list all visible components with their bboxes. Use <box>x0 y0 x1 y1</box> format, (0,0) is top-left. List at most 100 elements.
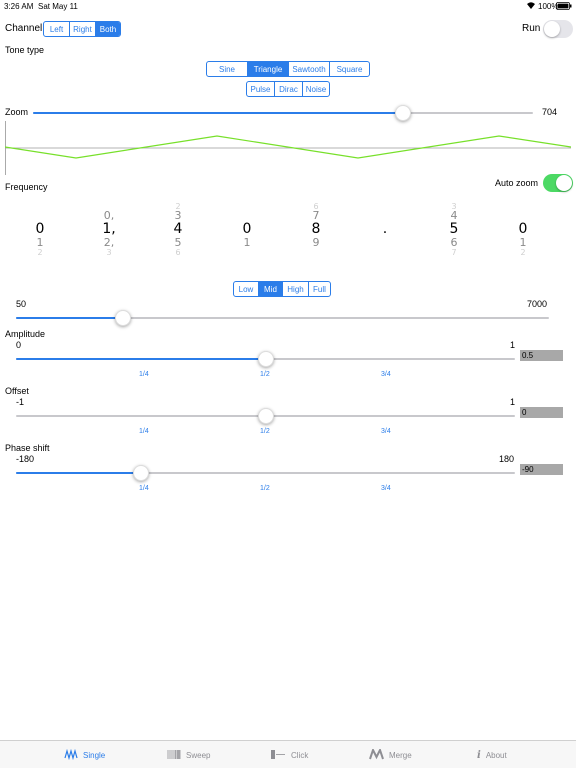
range-segmented-control[interactable]: Low Mid High Full <box>233 281 331 297</box>
info-icon: i <box>477 749 481 761</box>
tab-label: Click <box>291 750 309 760</box>
frequency-digit: 0 <box>518 221 528 237</box>
phase-quarter-mark[interactable]: 1/4 <box>139 485 149 492</box>
auto-zoom-switch-knob <box>556 175 572 191</box>
status-bar: 3:26 AM Sat May 11 100% <box>0 0 576 12</box>
frequency-digit: . <box>382 221 388 237</box>
tab-merge[interactable]: Merge <box>369 741 412 769</box>
phase-value-field[interactable]: -90 <box>520 464 563 475</box>
run-switch[interactable] <box>543 20 573 38</box>
frequency-digit: 8 <box>311 221 321 237</box>
tone-option-sawtooth[interactable]: Sawtooth <box>289 62 330 76</box>
merge-icon <box>369 746 384 762</box>
offset-value-field[interactable]: 0 <box>520 407 563 418</box>
frequency-max-label: 7000 <box>527 299 548 309</box>
tab-label: Single <box>83 750 106 760</box>
tone-type-label: Tone type <box>5 45 45 55</box>
amplitude-min: 0 <box>16 340 22 350</box>
range-option-low[interactable]: Low <box>234 282 259 296</box>
frequency-digit-below2: 6 <box>175 248 181 257</box>
amplitude-label: Amplitude <box>5 329 46 339</box>
zoom-label: Zoom <box>5 107 29 117</box>
frequency-digit-below2: 2 <box>37 248 43 257</box>
offset-min: -1 <box>16 397 25 407</box>
wifi-icon <box>526 1 536 12</box>
phase-slider-thumb[interactable] <box>132 465 149 481</box>
channel-segmented-control[interactable]: Left Right Both <box>43 21 121 37</box>
tab-label: Sweep <box>186 750 211 760</box>
amplitude-quarter-mark[interactable]: 1/4 <box>139 371 149 378</box>
tone-type-secondary-control[interactable]: Pulse Dirac Noise <box>246 81 330 97</box>
phase-shift-label: Phase shift <box>5 443 50 453</box>
frequency-digit: 0 <box>35 221 45 237</box>
offset-slider-thumb[interactable] <box>257 408 274 424</box>
tone-option-sine[interactable]: Sine <box>207 62 248 76</box>
battery-icon <box>556 2 572 12</box>
frequency-slider-thumb[interactable] <box>114 310 131 326</box>
tone-option-pulse[interactable]: Pulse <box>247 82 275 96</box>
amplitude-max: 1 <box>510 340 516 350</box>
frequency-digit: 1, <box>102 221 116 237</box>
tab-click[interactable]: Click <box>270 741 308 769</box>
amplitude-slider-fill <box>16 358 266 360</box>
tab-label: Merge <box>389 750 412 760</box>
zoom-value: 704 <box>542 107 558 117</box>
tab-about[interactable]: i About <box>477 741 507 769</box>
range-option-mid[interactable]: Mid <box>259 282 283 296</box>
frequency-digit: 5 <box>449 221 459 237</box>
frequency-slider-fill <box>16 317 123 319</box>
tone-option-dirac[interactable]: Dirac <box>275 82 303 96</box>
waveform-trace <box>5 135 571 159</box>
status-date: Sat May 11 <box>38 2 78 11</box>
frequency-digit-below2: 2 <box>520 248 526 257</box>
amplitude-value-field[interactable]: 0.5 <box>520 350 563 361</box>
amplitude-three-quarter-mark[interactable]: 3/4 <box>381 371 391 378</box>
tone-option-noise[interactable]: Noise <box>303 82 329 96</box>
offset-three-quarter-mark[interactable]: 3/4 <box>381 428 391 435</box>
frequency-min-label: 50 <box>16 299 27 309</box>
amplitude-half-mark[interactable]: 1/2 <box>260 371 270 378</box>
tab-label: About <box>485 750 507 760</box>
channel-option-left[interactable]: Left <box>44 22 70 36</box>
auto-zoom-label: Auto zoom <box>495 178 539 188</box>
channel-option-both[interactable]: Both <box>96 22 120 36</box>
tone-type-segmented-control[interactable]: Sine Triangle Sawtooth Square <box>206 61 370 77</box>
waveform-display <box>5 121 571 175</box>
tab-bar: Single Sweep Click Merge i About <box>0 740 576 768</box>
frequency-digit-below: 9 <box>312 236 320 249</box>
tone-option-square[interactable]: Square <box>330 62 369 76</box>
phase-half-mark[interactable]: 1/2 <box>260 485 270 492</box>
frequency-digit-below2: 7 <box>451 248 457 257</box>
channel-label: Channel <box>5 23 43 34</box>
amplitude-slider-thumb[interactable] <box>257 351 274 367</box>
tone-option-triangle[interactable]: Triangle <box>248 62 289 76</box>
phase-slider-fill <box>16 472 141 474</box>
click-icon <box>270 749 286 762</box>
frequency-digit-below2: 3 <box>106 248 112 257</box>
sweep-icon <box>167 749 181 762</box>
zoom-slider-fill <box>33 112 403 114</box>
tab-single[interactable]: Single <box>64 741 105 769</box>
frequency-label: Frequency <box>5 182 48 192</box>
run-switch-knob <box>544 21 560 37</box>
phase-min: -180 <box>16 454 35 464</box>
phase-max: 180 <box>499 454 515 464</box>
frequency-digit-below: 1 <box>243 236 251 249</box>
frequency-picker[interactable]: 0 1 2 0, 1, 2, 3 2 3 4 5 6 0 1 6 7 8 9. 3 4 5 6 7 0 1 2 <box>0 200 576 258</box>
offset-half-mark[interactable]: 1/2 <box>260 428 270 435</box>
tab-sweep[interactable]: Sweep <box>167 741 210 769</box>
waveform-icon <box>64 748 78 762</box>
offset-max: 1 <box>510 397 516 407</box>
channel-option-right[interactable]: Right <box>70 22 96 36</box>
run-label: Run <box>522 23 541 34</box>
auto-zoom-switch[interactable] <box>543 174 573 192</box>
frequency-digit: 0 <box>242 221 252 237</box>
offset-quarter-mark[interactable]: 1/4 <box>139 428 149 435</box>
range-option-high[interactable]: High <box>283 282 309 296</box>
frequency-digit: 4 <box>173 221 183 237</box>
phase-three-quarter-mark[interactable]: 3/4 <box>381 485 391 492</box>
status-time: 3:26 AM <box>4 2 34 11</box>
range-option-full[interactable]: Full <box>309 282 330 296</box>
zoom-slider-thumb[interactable] <box>395 105 411 121</box>
offset-label: Offset <box>5 386 29 396</box>
